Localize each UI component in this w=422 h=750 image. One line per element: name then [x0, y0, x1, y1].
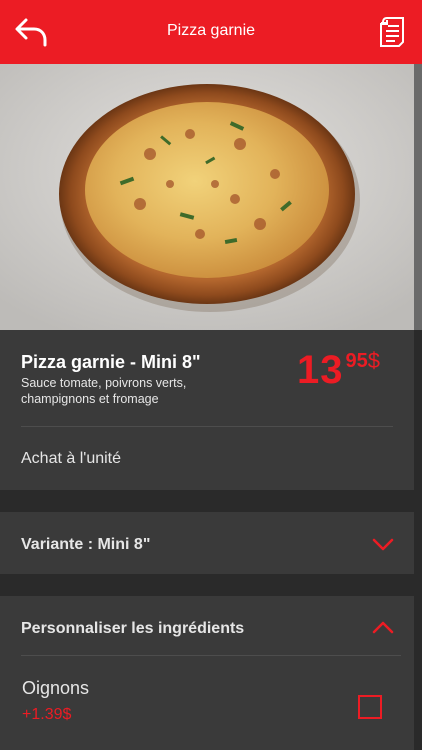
ingredient-price: +1.39$: [22, 706, 72, 723]
section-gap: [0, 490, 414, 512]
ingredient-name: Oignons: [22, 678, 90, 698]
purchase-type: Achat à l'unité: [21, 450, 122, 467]
variant-selector[interactable]: Variante : Mini 8": [0, 512, 414, 574]
product-name: Pizza garnie - Mini 8": [21, 352, 201, 372]
page-title: Pizza garnie: [166, 22, 256, 39]
price-currency: $: [367, 348, 380, 373]
divider: [21, 426, 393, 427]
ingredient-checkbox[interactable]: [358, 695, 382, 719]
page-edge: [414, 330, 422, 750]
photo-frame-edge: [414, 64, 422, 330]
customize-label: Personnaliser les ingrédients: [21, 620, 245, 637]
price-cents: 95: [345, 350, 368, 372]
price-integer: 13: [297, 348, 344, 392]
receipt-icon[interactable]: [378, 15, 406, 49]
customize-ingredients-header[interactable]: Personnaliser les ingrédients: [0, 596, 414, 656]
chevron-up-icon[interactable]: [372, 620, 394, 634]
product-info-card: Pizza garnie - Mini 8" Sauce tomate, poi…: [0, 330, 414, 490]
product-price: 13 95 $: [297, 348, 380, 392]
product-image: [0, 64, 422, 330]
chevron-down-icon[interactable]: [372, 538, 394, 552]
section-gap: [0, 574, 414, 596]
product-description: Sauce tomate, poivrons verts, champignon…: [21, 376, 187, 406]
ingredient-option: Oignons +1.39$: [0, 656, 414, 750]
pizza-illustration: [0, 64, 414, 330]
app-header: Pizza garnie: [0, 0, 422, 64]
variant-label: Variante : Mini 8": [21, 536, 151, 553]
